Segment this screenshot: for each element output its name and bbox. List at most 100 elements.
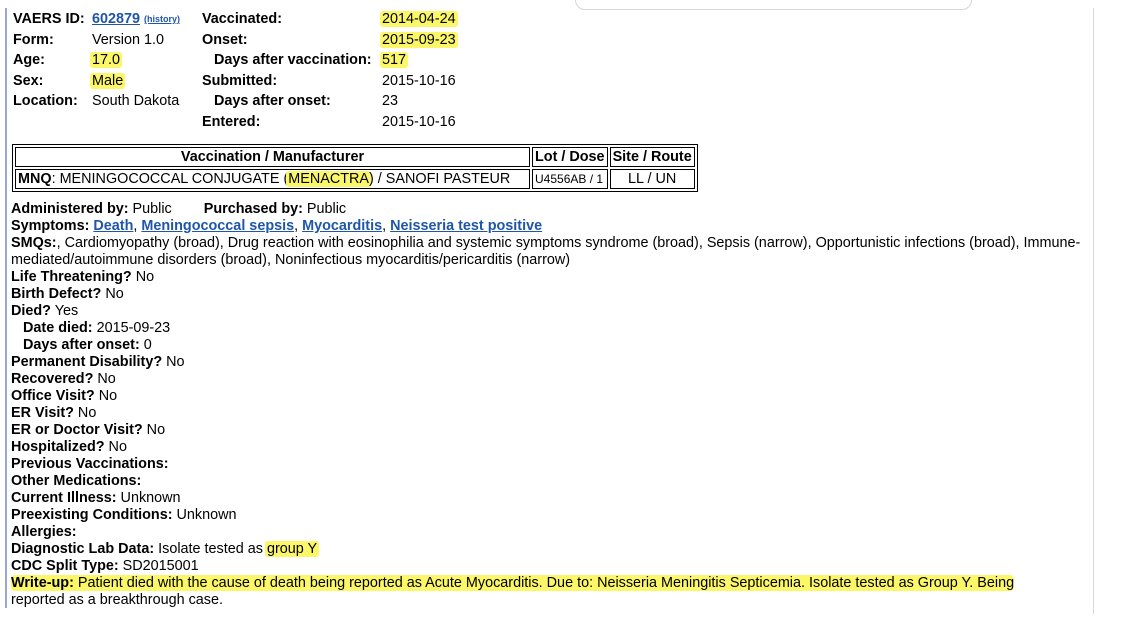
symptom-link-neisseria-test-positive[interactable]: Neisseria test positive — [390, 218, 542, 234]
administered-value: Public — [128, 201, 172, 217]
onset-value: 2015-09-23 — [380, 31, 458, 48]
administered-purchased-row: Administered by: Public Purchased by: Pu… — [11, 201, 1086, 218]
hospitalized-row: Hospitalized? No — [11, 439, 1086, 456]
sex-value: Male — [90, 72, 126, 89]
cdc-split-type-value: SD2015001 — [118, 558, 199, 574]
current-illness-row: Current Illness: Unknown — [11, 490, 1086, 507]
recovered-label: Recovered? — [11, 371, 94, 387]
preexisting-conditions-value: Unknown — [172, 507, 237, 523]
symptom-link-death[interactable]: Death — [93, 218, 133, 234]
vaers-report-page: VAERS ID: 602879 (history) Form: Version… — [0, 0, 1135, 641]
location-label: Location: — [13, 93, 78, 109]
life-threatening-label: Life Threatening? — [11, 269, 132, 285]
permanent-disability-value: No — [162, 354, 185, 370]
vaccination-table-header-row: Vaccination / Manufacturer Lot / Dose Si… — [15, 147, 695, 167]
report-header: VAERS ID: 602879 (history) Form: Version… — [11, 9, 1086, 139]
form-value: Version 1.0 — [92, 31, 165, 48]
died-days-after-onset-label: Days after onset: — [23, 337, 140, 353]
right-border-rule — [1093, 8, 1094, 614]
writeup-row: Write-up: Patient died with the cause of… — [11, 575, 1086, 592]
report-details: Administered by: Public Purchased by: Pu… — [11, 201, 1086, 609]
symptom-link-myocarditis[interactable]: Myocarditis — [302, 218, 382, 234]
submitted-value: 2015-10-16 — [382, 72, 456, 89]
er-visit-row: ER Visit? No — [11, 405, 1086, 422]
preexisting-conditions-label: Preexisting Conditions: — [11, 507, 173, 523]
died-days-after-onset-value: 0 — [139, 337, 152, 353]
vaccine-name-prefix: : MENINGOCOCCAL CONJUGATE ( — [51, 171, 289, 187]
purchased-label: Purchased by: — [203, 201, 303, 217]
birth-defect-value: No — [101, 286, 124, 302]
diagnostic-lab-row: Diagnostic Lab Data: Isolate tested as g… — [11, 541, 1086, 558]
sex-label: Sex: — [13, 72, 44, 89]
preexisting-conditions-row: Preexisting Conditions: Unknown — [11, 507, 1086, 524]
writeup-rest-text: reported as a breakthrough case. — [11, 592, 223, 608]
form-label: Form: — [13, 31, 54, 48]
died-value: Yes — [50, 303, 79, 319]
age-label: Age: — [13, 52, 45, 68]
life-threatening-row: Life Threatening? No — [11, 269, 1086, 286]
date-died-value: 2015-09-23 — [92, 320, 171, 336]
smqs-row: SMQs:, Cardiomyopathy (broad), Drug reac… — [11, 235, 1086, 269]
entered-value: 2015-10-16 — [382, 113, 456, 130]
table-row: MNQ: MENINGOCOCCAL CONJUGATE (MENACTRA) … — [15, 169, 695, 189]
lot-dose-header: Lot / Dose — [532, 147, 608, 167]
allergies-label: Allergies: — [11, 524, 77, 540]
er-doctor-visit-row: ER or Doctor Visit? No — [11, 422, 1086, 439]
recovered-value: No — [93, 371, 116, 387]
smqs-value: , Cardiomyopathy (broad), Drug reaction … — [11, 235, 1081, 268]
lot-dose-cell: U4556AB / 1 — [532, 169, 608, 189]
smqs-label: SMQs: — [11, 235, 57, 251]
cdc-split-type-label: CDC Split Type: — [11, 558, 119, 574]
vaccine-name-cell: MNQ: MENINGOCOCCAL CONJUGATE (MENACTRA) … — [15, 169, 530, 189]
entered-label: Entered: — [202, 113, 261, 130]
office-visit-row: Office Visit? No — [11, 388, 1086, 405]
diagnostic-lab-value: Isolate tested as — [154, 541, 267, 557]
er-visit-label: ER Visit? — [11, 405, 74, 421]
symptom-link-meningococcal-sepsis[interactable]: Meningococcal sepsis — [141, 218, 294, 234]
vaers-id-link[interactable]: 602879 — [92, 11, 140, 27]
writeup-label: Write-up: — [11, 575, 74, 591]
current-illness-label: Current Illness: — [11, 490, 117, 506]
onset-label: Onset: — [202, 31, 248, 48]
symptoms-row: Symptoms: Death, Meningococcal sepsis, M… — [11, 218, 543, 234]
life-threatening-value: No — [131, 269, 155, 285]
administered-label: Administered by: — [11, 201, 129, 217]
vaccinated-label: Vaccinated: — [202, 11, 282, 27]
date-died-label: Date died: — [23, 320, 93, 336]
vaccinated-value: 2014-04-24 — [380, 11, 458, 27]
submitted-label: Submitted: — [202, 72, 278, 89]
current-illness-value: Unknown — [116, 490, 181, 506]
hospitalized-value: No — [104, 439, 127, 455]
vaccination-table: Vaccination / Manufacturer Lot / Dose Si… — [12, 144, 698, 192]
vaers-id-cell: 602879 (history) — [92, 9, 180, 30]
other-medications-label: Other Medications: — [11, 473, 142, 489]
site-route-header: Site / Route — [609, 147, 695, 167]
days-after-vaccination-value: 517 — [380, 52, 409, 68]
left-border-rule — [5, 8, 7, 608]
days-after-vaccination-label: Days after vaccination: — [214, 52, 372, 68]
permanent-disability-label: Permanent Disability? — [11, 354, 163, 370]
history-link[interactable]: (history) — [144, 14, 180, 24]
purchased-value: Public — [302, 201, 347, 217]
vaccine-name-suffix: ) / SANOFI PASTEUR — [369, 171, 511, 187]
previous-vaccinations-row: Previous Vaccinations: — [11, 456, 1086, 473]
diagnostic-lab-label: Diagnostic Lab Data: — [11, 541, 155, 557]
age-value: 17.0 — [90, 52, 123, 68]
hospitalized-label: Hospitalized? — [11, 439, 105, 455]
vaccine-brand: MENACTRA — [286, 171, 372, 187]
days-after-onset-label: Days after onset: — [214, 93, 331, 109]
vaccine-code: MNQ — [18, 171, 52, 187]
date-died-row: Date died: 2015-09-23 — [11, 320, 1086, 337]
permanent-disability-row: Permanent Disability? No — [11, 354, 1086, 371]
died-days-after-onset-row: Days after onset: 0 — [11, 337, 1086, 354]
days-after-onset-value: 23 — [382, 93, 399, 109]
other-medications-row: Other Medications: — [11, 473, 1086, 490]
allergies-row: Allergies: — [11, 524, 1086, 541]
office-visit-label: Office Visit? — [11, 388, 95, 404]
recovered-row: Recovered? No — [11, 371, 1086, 388]
location-value: South Dakota — [92, 93, 180, 109]
report-content: VAERS ID: 602879 (history) Form: Version… — [11, 9, 1086, 608]
er-doctor-visit-label: ER or Doctor Visit? — [11, 422, 143, 438]
site-route-cell: LL / UN — [609, 169, 695, 189]
vaccination-manufacturer-header: Vaccination / Manufacturer — [15, 147, 530, 167]
